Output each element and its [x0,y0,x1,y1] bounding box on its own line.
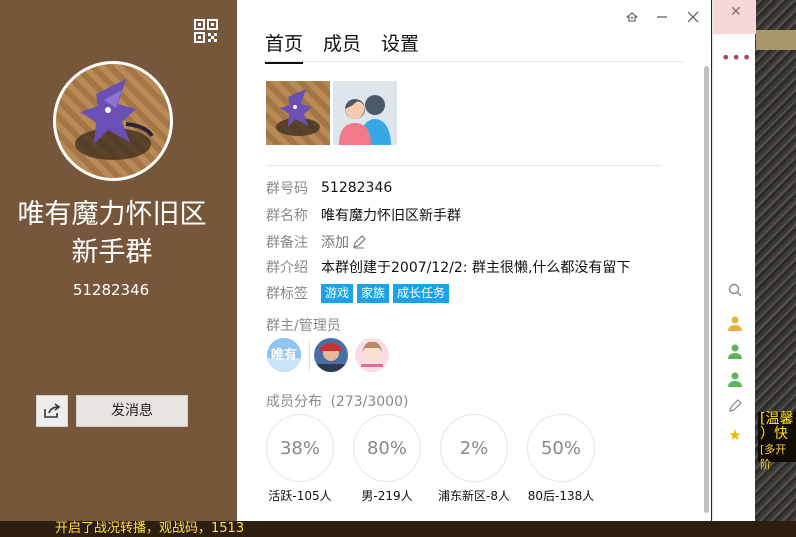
info-group-remark: 群备注 添加 [266,232,366,252]
info-group-tags: 群标签 游戏 家族 成长任务 [266,283,453,303]
group-intro-value: 本群创建于2007/12/2: 群主很懒,什么都没有留下 [321,260,631,276]
group-name: 唯有魔力怀旧区 新手群 [0,196,224,272]
admins-title: 群主/管理员 [266,318,341,334]
background-chat-sidebar: ••• ★ [712,0,756,527]
edit-icon[interactable] [727,399,743,415]
stat-circle-active[interactable]: 38% [266,414,334,482]
info-label: 群名称 [266,208,308,224]
stat-circle-male[interactable]: 80% [353,414,421,482]
more-icon[interactable]: ••• [721,48,752,67]
stat-label-male: 男-219人 [361,489,413,503]
group-id: 51282346 [72,281,150,299]
admin-avatar[interactable]: 唯有 [267,338,301,372]
tab-bar: 首页 成员 设置 [265,29,419,64]
stat-label-active: 活跃-105人 [268,489,332,503]
admin-avatar-text: 唯有 [270,348,297,363]
stat-circle-age[interactable]: 50% [527,414,595,482]
group-name-line: 唯有魔力怀旧区 [17,199,207,230]
admin-avatar[interactable] [314,338,348,372]
add-remark-link[interactable]: 添加 [321,232,349,252]
tab-settings[interactable]: 设置 [381,29,419,64]
info-label: 群号码 [266,181,308,197]
stat-circle-region[interactable]: 2% [440,414,508,482]
background-close-icon[interactable]: ✕ [730,4,742,20]
distribution-title: 成员分布 (273/3000) [266,391,408,411]
tag-game[interactable]: 游戏 [321,283,354,303]
stat-label-region: 浦东新区-8人 [438,489,510,503]
user-icon[interactable] [727,343,743,359]
background-status-text: 开启了战况转播，观战码，1513 [0,521,796,537]
info-label: 群备注 [266,235,308,251]
minimize-icon[interactable] [653,8,671,26]
background-text: ）快 [760,426,788,442]
share-icon [44,403,61,418]
background-chat-text: [温馨 ）快 [多开阶 [758,411,796,471]
info-label: 群标签 [266,286,308,302]
star-icon[interactable]: ★ [727,427,743,443]
group-name-value: 唯有魔力怀旧区新手群 [321,208,461,224]
group-profile-panel: 唯有魔力怀旧区 新手群 51282346 发消息 [0,0,237,521]
background-toolbar-icons [756,30,796,50]
info-group-intro: 群介绍 本群创建于2007/12/2: 群主很懒,什么都没有留下 [266,257,630,277]
admin-avatar[interactable] [355,338,389,372]
group-avatar[interactable] [53,61,173,181]
close-icon[interactable] [684,8,702,26]
group-id-value: 51282346 [321,180,393,196]
background-text: [多开阶 [760,443,787,471]
skin-icon[interactable] [623,8,641,26]
distribution-title-text: 成员分布 [266,394,322,410]
info-group-id: 群号码 51282346 [266,178,392,198]
info-group-name: 群名称 唯有魔力怀旧区新手群 [266,205,461,225]
tab-members[interactable]: 成员 [323,29,361,64]
group-details-panel: 首页 成员 设置 群号码 51282346 群名称 唯有魔力怀旧区新手群 群备注… [237,0,711,521]
default-group-photo[interactable] [333,81,397,145]
tag-family[interactable]: 家族 [357,283,390,303]
tag-growth-quest[interactable]: 成长任务 [393,283,450,303]
background-text: [温馨 [760,411,794,427]
scrollbar-thumb[interactable] [704,66,709,513]
user-icon[interactable] [727,315,743,331]
section-divider [266,165,662,166]
tab-home[interactable]: 首页 [265,29,304,64]
user-icon[interactable] [727,371,743,387]
member-count: (273/3000) [330,394,409,410]
qr-code-icon[interactable] [194,19,218,43]
group-photo[interactable] [266,81,330,145]
edit-icon[interactable] [352,235,366,249]
share-button[interactable] [36,395,68,427]
stat-label-age: 80后-138人 [527,489,595,503]
admin-separator [309,341,310,371]
send-message-button[interactable]: 发消息 [76,395,188,427]
info-label: 群介绍 [266,260,308,276]
group-name-line: 新手群 [71,237,153,268]
search-icon[interactable] [727,283,743,299]
tab-divider [265,61,684,62]
